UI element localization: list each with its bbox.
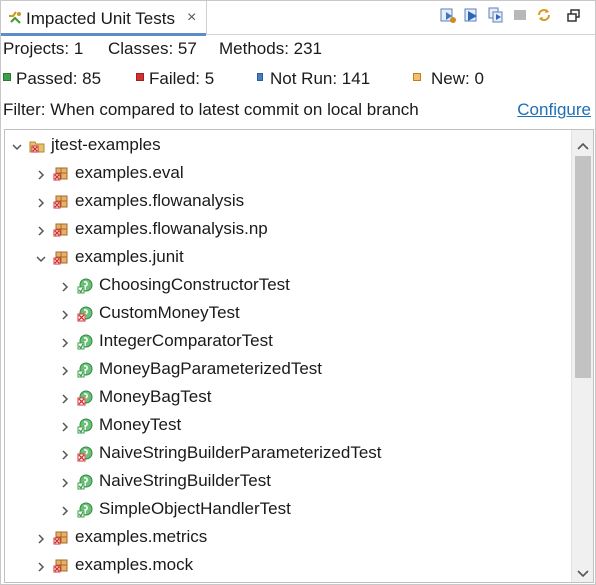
test-class-icon [77, 474, 93, 490]
tree-item-class[interactable]: ChoosingConstructorTest [5, 272, 565, 300]
classes-count: Classes: 57 [108, 39, 197, 58]
methods-count: Methods: 231 [219, 39, 323, 58]
active-tab-indicator [1, 33, 206, 36]
test-class-icon [77, 362, 93, 378]
tree-item-class[interactable]: IntegerComparatorTest [5, 328, 565, 356]
failed-icon [136, 73, 144, 81]
tree-item-class[interactable]: MoneyBagParameterizedTest [5, 356, 565, 384]
tree-item-class[interactable]: SimpleObjectHandlerTest [5, 496, 565, 524]
project-icon [29, 138, 45, 154]
new-icon [413, 73, 421, 81]
tree-item-label: MoneyTest [99, 415, 182, 434]
test-class-icon [77, 278, 93, 294]
impacted-tests-icon [7, 10, 23, 26]
chevron-right-icon[interactable] [59, 448, 71, 460]
tree-item-label: examples.flowanalysis.np [75, 219, 268, 238]
test-class-icon [77, 306, 93, 322]
new-count: New: 0 [431, 69, 484, 88]
tree-item-package[interactable]: examples.flowanalysis [5, 188, 565, 216]
tree-item-package[interactable]: examples.flowanalysis.np [5, 216, 565, 244]
tree-item-package[interactable]: examples.eval [5, 160, 565, 188]
chevron-right-icon[interactable] [59, 364, 71, 376]
package-icon [53, 250, 69, 266]
chevron-right-icon[interactable] [59, 504, 71, 516]
chevron-right-icon[interactable] [35, 532, 47, 544]
chevron-right-icon[interactable] [59, 392, 71, 404]
chevron-right-icon[interactable] [35, 224, 47, 236]
scroll-up-icon[interactable] [577, 138, 589, 150]
tree-item-label: examples.metrics [75, 527, 208, 546]
package-icon [53, 166, 69, 182]
test-class-icon [77, 390, 93, 406]
chevron-right-icon[interactable] [59, 280, 71, 292]
package-icon [53, 530, 69, 546]
tree-item-label: examples.mock [75, 555, 194, 574]
package-icon [53, 558, 69, 574]
tree-item-label: CustomMoneyTest [99, 303, 240, 322]
tree-item-class[interactable]: MoneyTest [5, 412, 565, 440]
run-icon[interactable] [439, 6, 457, 24]
maximize-icon[interactable] [565, 6, 583, 24]
test-class-icon [77, 446, 93, 462]
tree-item-package[interactable]: examples.metrics [5, 524, 565, 552]
tab-impacted-unit-tests[interactable]: Impacted Unit Tests × [1, 1, 207, 36]
passed-icon [3, 73, 11, 81]
tree-item-class[interactable]: NaiveStringBuilderTest [5, 468, 565, 496]
close-icon[interactable]: × [187, 9, 196, 27]
tree-item-label: ChoosingConstructorTest [99, 275, 290, 294]
tree-item-label: examples.flowanalysis [75, 191, 245, 210]
tree-item-label: MoneyBagTest [99, 387, 212, 406]
run-selected-icon[interactable] [487, 6, 505, 24]
test-class-icon [77, 418, 93, 434]
impacted-tests-tree[interactable]: jtest-examples examples.eval examples.flow… [4, 129, 594, 583]
tree-item-label: SimpleObjectHandlerTest [99, 499, 291, 518]
chevron-right-icon[interactable] [59, 336, 71, 348]
not-run-count: Not Run: 141 [270, 69, 371, 88]
chevron-right-icon[interactable] [59, 308, 71, 320]
chevron-right-icon[interactable] [59, 476, 71, 488]
tree-item-package[interactable]: examples.mock [5, 552, 565, 580]
package-icon [53, 194, 69, 210]
passed-count: Passed: 85 [16, 69, 102, 88]
chevron-right-icon[interactable] [59, 420, 71, 432]
tab-bar: Impacted Unit Tests × [1, 1, 595, 36]
configure-link[interactable]: Configure [517, 100, 591, 120]
run-next-icon[interactable] [463, 6, 481, 24]
chevron-right-icon[interactable] [35, 168, 47, 180]
tree-item-project[interactable]: jtest-examples [5, 132, 565, 160]
tree-item-label: NaiveStringBuilderTest [99, 471, 271, 490]
chevron-down-icon[interactable] [35, 252, 47, 264]
refresh-icon[interactable] [535, 6, 553, 24]
chevron-right-icon[interactable] [35, 196, 47, 208]
test-class-icon [77, 502, 93, 518]
tab-title: Impacted Unit Tests [26, 9, 175, 28]
scroll-down-icon[interactable] [577, 566, 589, 578]
tree-item-label: IntegerComparatorTest [99, 331, 273, 350]
tree-item-label: examples.junit [75, 247, 184, 266]
stop-icon[interactable] [511, 6, 529, 24]
tree-item-label: NaiveStringBuilderParameterizedTest [99, 443, 382, 462]
tree-item-package[interactable]: examples.junit [5, 244, 565, 272]
tree-item-label: jtest-examples [51, 135, 161, 154]
filter-text: Filter: When compared to latest commit o… [3, 100, 419, 119]
impacted-unit-tests-view: Impacted Unit Tests × Projects: 1 Classe… [0, 0, 596, 585]
tree-item-label: examples.eval [75, 163, 184, 182]
tree-item-class[interactable]: MoneyBagTest [5, 384, 565, 412]
not-run-icon [257, 73, 263, 81]
projects-count: Projects: 1 [3, 39, 84, 58]
tree-item-class[interactable]: CustomMoneyTest [5, 300, 565, 328]
tree-item-label: MoneyBagParameterizedTest [99, 359, 323, 378]
test-class-icon [77, 334, 93, 350]
tree-item-class[interactable]: NaiveStringBuilderParameterizedTest [5, 440, 565, 468]
chevron-right-icon[interactable] [35, 560, 47, 572]
package-icon [53, 222, 69, 238]
chevron-down-icon[interactable] [11, 140, 23, 152]
failed-count: Failed: 5 [149, 69, 215, 88]
scrollbar-thumb[interactable] [575, 156, 591, 378]
vertical-scrollbar[interactable] [571, 130, 593, 582]
